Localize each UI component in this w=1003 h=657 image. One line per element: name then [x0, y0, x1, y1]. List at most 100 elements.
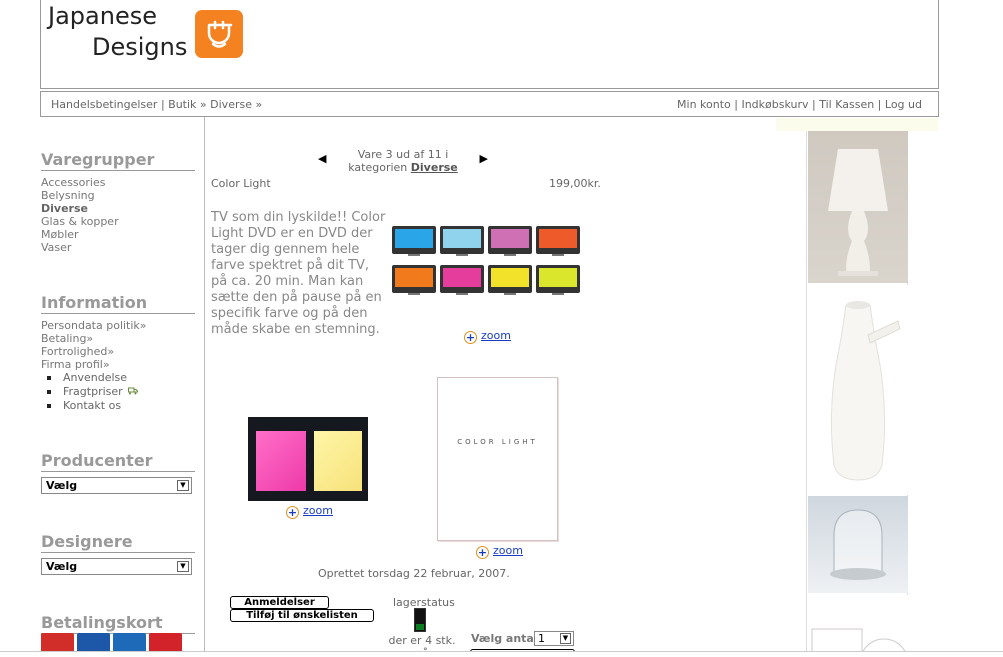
sidebar-title-betalingskort: Betalingskort [41, 613, 195, 634]
nav-link-checkout[interactable]: Til Kassen [819, 98, 874, 111]
featured-glass-dome-image[interactable] [808, 496, 908, 593]
pager-text-line2: kategorien Diverse [318, 161, 488, 174]
quantity-select-value: 1 [538, 632, 545, 645]
zoom-label: zoom [303, 504, 333, 517]
nav-link-cart[interactable]: Indkøbskurv [741, 98, 808, 111]
maestro-logo [77, 633, 110, 653]
account-links: Min konto | Indkøbskurv | Til Kassen | L… [677, 98, 922, 111]
producenter-select[interactable]: Vælg ▼ [41, 477, 192, 494]
sidebar-title-information: Information [41, 293, 195, 314]
jcb-logo [113, 633, 146, 653]
sidebar-item-diverse[interactable]: Diverse [41, 202, 195, 215]
logo-text-line1[interactable]: Japanese [48, 2, 157, 31]
sidebar-subitem-label: Kontakt os [63, 399, 122, 412]
zoom-label: zoom [493, 544, 523, 557]
breadcrumb: Handelsbetingelser | Butik » Diverse » [51, 98, 262, 111]
site-header: Japanese Designs [40, 0, 939, 89]
nav-separator: | [157, 98, 169, 111]
zoom-link-1[interactable]: + zoom [464, 329, 511, 344]
prev-arrow-icon[interactable]: ◀ [318, 152, 326, 165]
zoom-link-3[interactable]: + zoom [476, 544, 523, 559]
product-image-box[interactable]: COLOR LIGHT [437, 377, 558, 541]
product-price: 199,00kr. [549, 177, 601, 190]
pager-text-line1: Vare 3 ud af 11 i [357, 148, 449, 161]
dankort-logo [149, 633, 182, 653]
zoom-plus-icon: + [464, 331, 477, 344]
chevron-down-icon: ▼ [177, 480, 189, 491]
featured-products-column [806, 131, 908, 657]
logo-text-line2[interactable]: Designs [92, 33, 187, 61]
tv-thumbnail [440, 265, 484, 295]
tv-thumbnail [392, 265, 436, 295]
nav-separator: | [730, 98, 742, 111]
pager-category-label: kategorien [348, 161, 408, 174]
nav-separator: | [874, 98, 885, 111]
nav-separator: » [196, 98, 211, 111]
quantity-select[interactable]: 1 ▼ [534, 631, 574, 646]
column-divider [204, 117, 205, 657]
stock-level-indicator [414, 608, 426, 632]
truck-icon [128, 387, 139, 395]
nav-separator: » [251, 98, 263, 111]
designere-select[interactable]: Vælg ▼ [41, 558, 192, 575]
tv-thumbnail [488, 226, 532, 256]
sidebar-title-producenter: Producenter [41, 451, 195, 472]
sidebar-subitem-label: Fragtpriser [63, 385, 123, 398]
product-pager: ◀ Vare 3 ud af 11 i kategorien Diverse ▶ [318, 148, 488, 174]
product-image-tv-glow[interactable] [248, 417, 368, 501]
pager-category-link[interactable]: Diverse [411, 161, 458, 174]
sidebar-subitem-anvendelse[interactable]: Anvendelse [47, 371, 195, 385]
featured-box-image[interactable] [808, 595, 908, 657]
nav-link-min-konto[interactable]: Min konto [677, 98, 731, 111]
chevron-down-icon: ▼ [177, 561, 189, 572]
box-cover-text: COLOR LIGHT [457, 438, 538, 446]
stock-level-fill [416, 624, 424, 630]
sidebar-item-accessories[interactable]: Accessories [41, 176, 195, 189]
zoom-plus-icon: + [286, 506, 299, 519]
reviews-button[interactable]: Anmeldelser [230, 596, 329, 609]
sidebar: Varegrupper Accessories Belysning Divers… [41, 150, 195, 639]
mastercard-logo [41, 633, 74, 653]
nav-link-logout[interactable]: Log ud [885, 98, 922, 111]
sidebar-item-betaling[interactable]: Betaling» [41, 332, 195, 345]
featured-lamp-image[interactable] [808, 131, 908, 283]
tv-thumbnail [392, 226, 436, 256]
tv-thumbnail [440, 226, 484, 256]
right-column-top-strip [776, 118, 938, 131]
next-arrow-icon[interactable]: ▶ [480, 152, 488, 165]
tv-thumbnail [536, 226, 580, 256]
created-date: Oprettet torsdag 22 februar, 2007. [318, 567, 510, 580]
product-image-tv-grid[interactable] [392, 226, 588, 295]
sidebar-item-mobler[interactable]: Møbler [41, 228, 195, 241]
payment-cards [41, 633, 182, 653]
product-description: TV som din lyskilde!! Color Light DVD er… [211, 210, 386, 337]
logo-icon[interactable] [195, 10, 243, 58]
chevron-down-icon: ▼ [560, 633, 571, 644]
sidebar-subitem-label: Anvendelse [63, 371, 128, 384]
sidebar-sublist: Anvendelse Fragtpriser Kontakt os [47, 371, 195, 413]
nav-link-handelsbetingelser[interactable]: Handelsbetingelser [51, 98, 157, 111]
zoom-link-2[interactable]: + zoom [286, 504, 333, 519]
sidebar-item-firma-profil[interactable]: Firma profil» [41, 358, 195, 371]
add-to-wishlist-button[interactable]: Tilføj til ønskelisten [230, 609, 374, 622]
zoom-plus-icon: + [476, 546, 489, 559]
nav-link-diverse[interactable]: Diverse [210, 98, 252, 111]
sidebar-subitem-fragtpriser[interactable]: Fragtpriser [47, 385, 195, 399]
nav-bar: Handelsbetingelser | Butik » Diverse » M… [40, 91, 939, 117]
sidebar-item-persondata[interactable]: Persondata politik» [41, 319, 195, 332]
quantity-label: Vælg antal [471, 632, 538, 645]
sidebar-item-glas-kopper[interactable]: Glas & kopper [41, 215, 195, 228]
zoom-label: zoom [481, 329, 511, 342]
tv-thumbnail [488, 265, 532, 295]
sidebar-item-vaser[interactable]: Vaser [41, 241, 195, 254]
nav-separator: | [808, 98, 820, 111]
designere-select-value: Vælg [46, 560, 78, 573]
nav-link-butik[interactable]: Butik [168, 98, 196, 111]
sidebar-item-belysning[interactable]: Belysning [41, 189, 195, 202]
producenter-select-value: Vælg [46, 479, 78, 492]
sidebar-title-varegrupper: Varegrupper [41, 150, 195, 171]
sidebar-subitem-kontakt[interactable]: Kontakt os [47, 399, 195, 413]
sidebar-item-fortrolighed[interactable]: Fortrolighed» [41, 345, 195, 358]
featured-vase-image[interactable] [808, 285, 908, 495]
product-name: Color Light [211, 177, 271, 190]
